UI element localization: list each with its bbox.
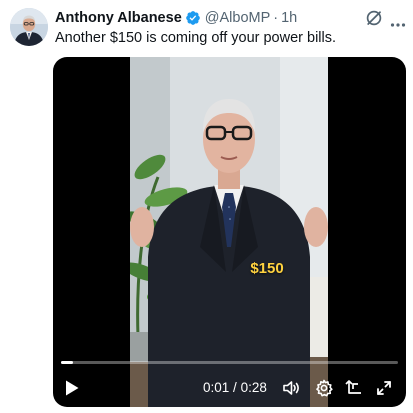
separator-dot: ·	[273, 10, 279, 26]
fullscreen-button[interactable]	[374, 378, 394, 398]
time-display: 0:01 / 0:28	[203, 380, 267, 395]
more-icon[interactable]	[390, 15, 406, 27]
rotate-icon	[345, 380, 361, 394]
settings-button[interactable]	[314, 378, 334, 398]
progress-bar[interactable]	[61, 361, 398, 364]
time-separator: /	[233, 380, 237, 395]
avatar[interactable]	[10, 8, 48, 46]
volume-button[interactable]	[281, 378, 301, 398]
fullscreen-icon	[377, 381, 391, 395]
author-handle[interactable]: @AlboMP	[205, 10, 271, 26]
current-time: 0:01	[203, 380, 230, 395]
rotate-button[interactable]	[344, 378, 364, 398]
gear-icon	[316, 379, 333, 397]
avatar-image	[10, 8, 48, 46]
duration: 0:28	[240, 380, 267, 395]
verified-badge-icon[interactable]	[185, 10, 201, 26]
volume-icon	[283, 381, 299, 395]
tweet-header: Anthony Albanese @AlboMP · 1h	[55, 9, 353, 27]
video-player[interactable]: $150 0:01 / 0:28	[53, 57, 406, 407]
video-frame[interactable]	[130, 57, 328, 407]
grok-icon[interactable]	[365, 9, 383, 27]
play-icon	[66, 380, 79, 396]
play-button[interactable]	[63, 379, 81, 397]
author-name[interactable]: Anthony Albanese	[55, 10, 182, 26]
tweet-timestamp[interactable]: 1h	[281, 10, 297, 26]
tweet-text: Another $150 is coming off your power bi…	[55, 30, 337, 46]
video-caption: $150	[250, 260, 284, 277]
video-controls: 0:01 / 0:28	[53, 375, 406, 401]
video-still	[130, 57, 328, 407]
progress-fill	[61, 361, 74, 364]
